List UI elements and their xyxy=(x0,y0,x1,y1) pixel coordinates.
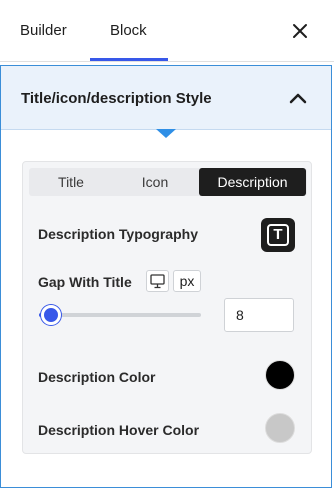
description-hover-color-label: Description Hover Color xyxy=(38,422,200,438)
top-tabs-bar: Builder Block xyxy=(0,0,334,62)
segment-title[interactable]: Title xyxy=(29,168,113,196)
panel-header[interactable]: Title/icon/description Style xyxy=(1,66,331,130)
description-color-label: Description Color xyxy=(38,369,156,385)
gap-number-input[interactable]: 8 xyxy=(224,298,294,332)
chevron-up-icon[interactable] xyxy=(288,90,308,106)
style-panel: Title/icon/description Style Title Icon … xyxy=(0,65,332,488)
description-color-swatch[interactable] xyxy=(265,360,295,390)
unit-selector[interactable]: px xyxy=(173,270,201,292)
segment-description[interactable]: Description xyxy=(199,168,306,196)
segment-icon[interactable]: Icon xyxy=(113,168,197,196)
gap-slider-thumb[interactable] xyxy=(41,305,61,325)
settings-card: Title Icon Description Description Typog… xyxy=(22,161,312,454)
monitor-icon xyxy=(150,274,165,289)
panel-pointer xyxy=(156,129,176,138)
segmented-control: Title Icon Description xyxy=(29,168,307,196)
typography-label: Description Typography xyxy=(38,226,198,242)
panel-title: Title/icon/description Style xyxy=(21,90,212,107)
responsive-device-button[interactable] xyxy=(146,270,169,292)
tab-builder[interactable]: Builder xyxy=(20,22,67,39)
typography-button[interactable]: T xyxy=(261,218,295,252)
typography-icon: T xyxy=(267,224,289,246)
gap-label: Gap With Title xyxy=(38,274,132,290)
gap-slider-track[interactable] xyxy=(39,313,201,317)
close-icon[interactable] xyxy=(289,20,311,42)
tab-block[interactable]: Block xyxy=(110,22,147,39)
active-tab-indicator xyxy=(90,58,168,61)
description-hover-color-swatch[interactable] xyxy=(265,413,295,443)
